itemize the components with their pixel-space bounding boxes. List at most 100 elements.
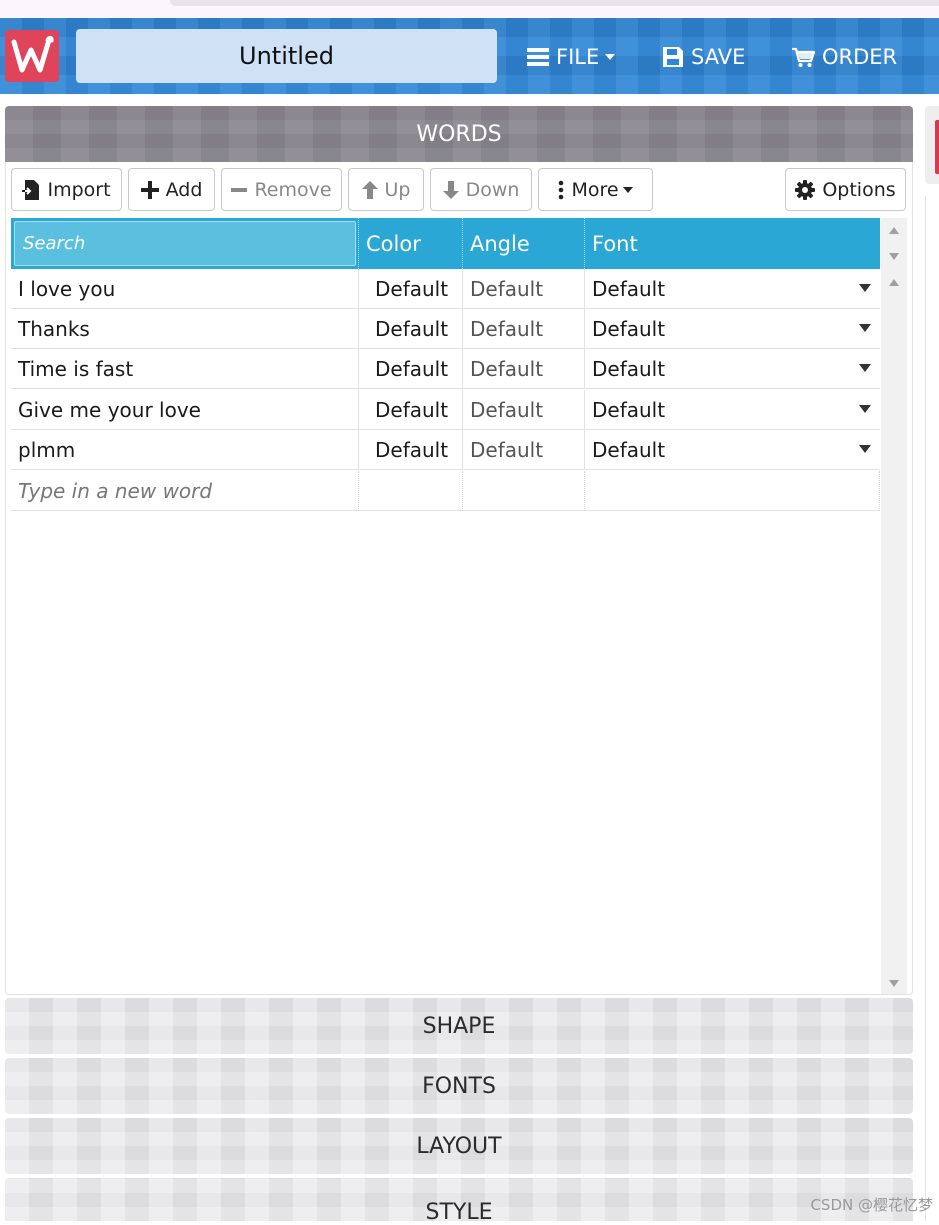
save-label: SAVE [691, 45, 746, 69]
move-up-label: Up [384, 178, 411, 201]
file-menu-button[interactable]: FILE [527, 40, 616, 74]
font-cell[interactable]: Default [584, 390, 880, 430]
app-logo[interactable] [5, 30, 59, 82]
empty-cell [358, 471, 462, 511]
section-title: STYLE [425, 1200, 493, 1225]
shopping-cart-icon [791, 46, 815, 68]
font-cell[interactable]: Default [584, 309, 880, 349]
order-label: ORDER [822, 45, 898, 69]
table-row[interactable]: Thanks Default Default Default [11, 309, 880, 349]
dropdown-caret-icon[interactable] [859, 364, 871, 372]
font-cell[interactable]: Default [584, 269, 880, 309]
app-header: FILE SAVE ORDER [0, 18, 939, 94]
color-cell[interactable]: Default [358, 390, 462, 430]
side-panel-edge [925, 106, 939, 184]
import-button[interactable]: Import [11, 168, 122, 211]
more-label: More [571, 178, 619, 201]
angle-cell[interactable]: Default [462, 309, 584, 349]
font-cell-value: Default [592, 357, 666, 381]
plus-icon [140, 180, 159, 199]
angle-cell[interactable]: Default [462, 349, 584, 389]
add-button[interactable]: Add [128, 168, 215, 211]
scroll-up-arrow-icon[interactable] [889, 227, 899, 234]
column-header-color[interactable]: Color [358, 218, 462, 269]
side-panel-accent [935, 120, 939, 174]
dropdown-caret-icon[interactable] [859, 405, 871, 413]
word-cell[interactable]: plmm [11, 430, 358, 470]
caret-down-icon [605, 54, 616, 60]
angle-cell[interactable]: Default [462, 390, 584, 430]
empty-cell [584, 471, 880, 511]
font-cell[interactable]: Default [584, 349, 880, 389]
words-panel-header[interactable]: WORDS [5, 106, 913, 162]
section-shape[interactable]: SHAPE [5, 998, 913, 1054]
add-label: Add [165, 178, 203, 201]
column-header-font[interactable]: Font [584, 218, 880, 269]
column-header-label: Font [592, 231, 638, 256]
angle-cell[interactable]: Default [462, 269, 584, 309]
order-button[interactable]: ORDER [791, 40, 897, 74]
document-title-input[interactable] [76, 29, 497, 83]
vertical-ellipsis-icon [558, 180, 564, 200]
word-cell[interactable]: Time is fast [11, 349, 358, 389]
move-down-button[interactable]: Down [430, 168, 532, 211]
arrow-down-icon [442, 180, 459, 199]
save-button[interactable]: SAVE [662, 40, 745, 74]
minus-icon [231, 187, 248, 192]
angle-cell[interactable]: Default [462, 430, 584, 470]
color-cell[interactable]: Default [358, 309, 462, 349]
more-menu-button[interactable]: More [538, 168, 653, 211]
word-cell[interactable]: I love you [11, 269, 358, 309]
file-menu-label: FILE [556, 45, 600, 69]
table-row[interactable]: I love you Default Default Default [11, 269, 880, 309]
move-up-button[interactable]: Up [348, 168, 424, 211]
words-panel-title: WORDS [416, 121, 502, 147]
color-cell[interactable]: Default [358, 349, 462, 389]
table-row[interactable]: Give me your love Default Default Defaul… [11, 390, 880, 430]
import-file-icon [22, 179, 40, 200]
word-cell[interactable]: Give me your love [11, 390, 358, 430]
move-down-label: Down [465, 178, 520, 201]
logo-w-icon [11, 36, 54, 73]
table-scrollbar[interactable] [881, 218, 907, 994]
caret-down-icon [622, 186, 633, 193]
options-label: Options [822, 178, 896, 201]
remove-button[interactable]: Remove [221, 168, 342, 211]
new-word-input[interactable]: Type in a new word [11, 471, 358, 511]
remove-label: Remove [254, 178, 332, 201]
font-cell-value: Default [592, 317, 666, 341]
empty-cell [462, 471, 584, 511]
section-style[interactable]: STYLE [5, 1178, 913, 1225]
browser-strip [0, 0, 939, 18]
scroll-down-arrow-icon[interactable] [889, 980, 899, 987]
word-cell[interactable]: Thanks [11, 309, 358, 349]
search-input[interactable] [14, 221, 356, 266]
column-header-label: Angle [470, 231, 530, 256]
table-header: Color Angle Font [11, 218, 880, 269]
section-title: LAYOUT [416, 1133, 502, 1159]
arrow-up-icon [361, 180, 378, 199]
section-fonts[interactable]: FONTS [5, 1058, 913, 1114]
section-title: FONTS [422, 1073, 496, 1099]
dropdown-caret-icon[interactable] [859, 445, 871, 453]
table-row[interactable]: Time is fast Default Default Default [11, 349, 880, 389]
watermark: CSDN @樱花忆梦 [810, 1196, 933, 1214]
gear-icon [795, 179, 816, 200]
scroll-up-arrow-icon[interactable] [889, 279, 899, 286]
browser-tab [170, 0, 939, 6]
side-divider [925, 196, 926, 1221]
dropdown-caret-icon[interactable] [859, 284, 871, 292]
options-button[interactable]: Options [785, 168, 906, 211]
section-layout[interactable]: LAYOUT [5, 1118, 913, 1174]
font-cell-value: Default [592, 277, 666, 301]
table-row[interactable]: plmm Default Default Default [11, 430, 880, 470]
section-title: SHAPE [422, 1013, 496, 1039]
dropdown-caret-icon[interactable] [859, 324, 871, 332]
column-header-angle[interactable]: Angle [462, 218, 584, 269]
font-cell[interactable]: Default [584, 430, 880, 470]
new-word-row[interactable]: Type in a new word [11, 471, 880, 511]
color-cell[interactable]: Default [358, 430, 462, 470]
scroll-down-arrow-icon[interactable] [889, 253, 899, 260]
column-header-label: Color [366, 231, 421, 256]
color-cell[interactable]: Default [358, 269, 462, 309]
